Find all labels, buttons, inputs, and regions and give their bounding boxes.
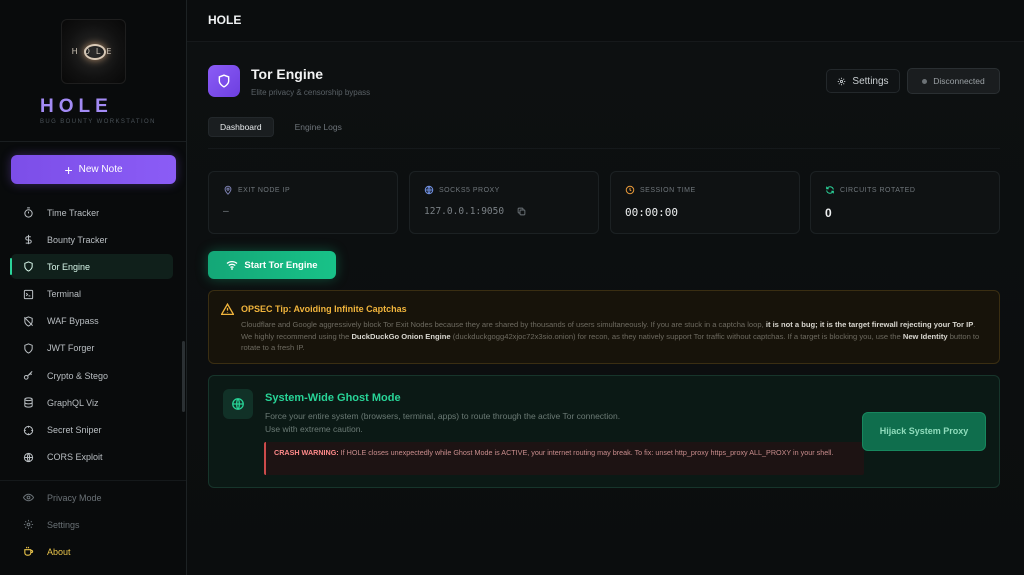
settings-label: Settings <box>852 75 889 87</box>
connection-status-badge: Disconnected <box>907 68 1000 94</box>
sidebar-item-bounty-tracker[interactable]: Bounty Tracker <box>11 227 173 252</box>
sidebar-item-label: About <box>47 546 71 557</box>
tip-title: OPSEC Tip: Avoiding Infinite Captchas <box>241 304 407 314</box>
sidebar-item-secret-sniper[interactable]: Secret Sniper <box>11 418 173 443</box>
opsec-tip-box: OPSEC Tip: Avoiding Infinite Captchas Cl… <box>208 290 1000 364</box>
database-icon <box>22 397 34 409</box>
sidebar-item-label: CORS Exploit <box>47 452 103 463</box>
sidebar-item-terminal[interactable]: Terminal <box>11 282 173 307</box>
refresh-icon <box>825 185 836 196</box>
ghost-mode-caution: Use with extreme caution. <box>265 424 363 434</box>
sidebar-divider <box>0 141 186 142</box>
sidebar-item-label: Settings <box>47 519 80 530</box>
sidebar-bottom-nav: Privacy Mode Settings About <box>11 485 173 567</box>
app-logo: HOLE <box>61 19 126 84</box>
sidebar-item-time-tracker[interactable]: Time Tracker <box>11 200 173 225</box>
sidebar-item-label: Time Tracker <box>47 207 100 218</box>
warning-icon <box>221 303 234 315</box>
sidebar-item-label: Privacy Mode <box>47 492 102 503</box>
sidebar-item-tor-engine[interactable]: Tor Engine <box>10 254 173 280</box>
tab-bar: Dashboard Engine Logs <box>208 117 353 137</box>
sidebar-scrollbar[interactable] <box>182 341 185 412</box>
shield-icon <box>22 261 34 273</box>
ghost-mode-description: Force your entire system (browsers, term… <box>265 411 621 421</box>
stat-value: — <box>223 206 229 217</box>
stat-value: 0 <box>825 206 832 220</box>
plus-icon: + <box>64 161 73 178</box>
globe-icon <box>223 389 253 419</box>
new-note-label: New Note <box>78 164 123 175</box>
stat-card-exit-node-ip: EXIT NODE IP — <box>208 171 398 234</box>
sidebar-item-label: Terminal <box>47 289 82 300</box>
clock-icon <box>625 185 636 196</box>
logo-text: HOLE <box>71 47 118 56</box>
eye-icon <box>22 492 34 504</box>
sidebar-item-label: GraphQL Viz <box>47 397 99 408</box>
sidebar-item-graphql-viz[interactable]: GraphQL Viz <box>11 390 173 415</box>
brand-name: HOLE <box>40 96 113 117</box>
sidebar-item-jwt-forger[interactable]: JWT Forger <box>11 336 173 361</box>
sidebar-item-label: WAF Bypass <box>47 316 99 327</box>
tab-engine-logs[interactable]: Engine Logs <box>284 117 353 137</box>
stat-card-socks5-proxy: SOCKS5 PROXY 127.0.0.1:9050 <box>409 171 599 234</box>
stat-label: SESSION TIME <box>640 187 696 194</box>
stat-label: CIRCUITS ROTATED <box>840 187 916 194</box>
globe-icon <box>22 451 34 463</box>
sidebar-item-cors-exploit[interactable]: CORS Exploit <box>11 445 173 470</box>
stat-card-circuits-rotated: CIRCUITS ROTATED 0 <box>810 171 1000 234</box>
stat-value: 127.0.0.1:9050 <box>424 206 505 217</box>
sidebar-item-label: Secret Sniper <box>47 425 102 435</box>
stat-card-session-time: SESSION TIME 00:00:00 <box>610 171 800 234</box>
sidebar-item-label: Tor Engine <box>47 261 91 272</box>
shield-off-icon <box>22 315 34 327</box>
tab-divider <box>208 148 1000 149</box>
sidebar-item-crypto-stego[interactable]: Crypto & Stego <box>11 363 173 388</box>
gear-icon <box>837 77 846 86</box>
sidebar-item-about[interactable]: About <box>11 539 173 564</box>
sidebar-item-label: Crypto & Stego <box>47 370 109 381</box>
wifi-icon <box>226 260 238 270</box>
brand-subtitle: BUG BOUNTY WORKSTATION <box>40 119 156 125</box>
sidebar-item-waf-bypass[interactable]: WAF Bypass <box>11 309 173 334</box>
key-icon <box>22 370 34 382</box>
page-title: Tor Engine <box>251 66 324 82</box>
sidebar-item-label: JWT Forger <box>47 343 95 354</box>
copy-icon[interactable] <box>517 207 526 216</box>
status-label: Disconnected <box>933 76 985 86</box>
tip-body: Cloudflare and Google aggressively block… <box>241 320 980 353</box>
coffee-icon <box>22 546 34 558</box>
tab-dashboard[interactable]: Dashboard <box>208 117 274 137</box>
terminal-icon <box>22 288 34 300</box>
sidebar-divider <box>0 480 186 481</box>
new-note-button[interactable]: + New Note <box>11 155 176 184</box>
hijack-system-proxy-button[interactable]: Hijack System Proxy <box>862 412 986 451</box>
timer-icon <box>22 207 34 219</box>
stat-value: 00:00:00 <box>625 206 678 219</box>
top-bar: HOLE <box>187 0 1024 42</box>
gear-icon <box>22 519 34 531</box>
crash-warning: CRASH WARNING: If HOLE closes unexpected… <box>264 442 864 475</box>
page-subtitle: Elite privacy & censorship bypass <box>251 88 371 97</box>
tor-shield-icon <box>208 65 240 97</box>
settings-button[interactable]: Settings <box>826 69 900 93</box>
dollar-icon <box>22 234 34 246</box>
crosshair-icon <box>22 424 34 436</box>
stat-label: EXIT NODE IP <box>238 187 291 194</box>
location-pin-icon <box>223 185 234 196</box>
top-bar-title: HOLE <box>208 13 242 27</box>
globe-icon <box>424 185 435 196</box>
sidebar: HOLE HOLE BUG BOUNTY WORKSTATION + New N… <box>0 0 187 575</box>
stat-label: SOCKS5 PROXY <box>439 187 500 194</box>
ghost-mode-title: System-Wide Ghost Mode <box>265 392 401 404</box>
sidebar-item-settings[interactable]: Settings <box>11 512 173 537</box>
sidebar-nav: Time Tracker Bounty Tracker Tor Engine T… <box>10 200 173 472</box>
start-button-label: Start Tor Engine <box>244 259 318 271</box>
start-tor-engine-button[interactable]: Start Tor Engine <box>208 251 336 279</box>
sidebar-item-label: Bounty Tracker <box>47 234 108 245</box>
shield-icon <box>22 342 34 354</box>
sidebar-item-privacy-mode[interactable]: Privacy Mode <box>11 485 173 510</box>
status-dot-icon <box>922 78 928 84</box>
